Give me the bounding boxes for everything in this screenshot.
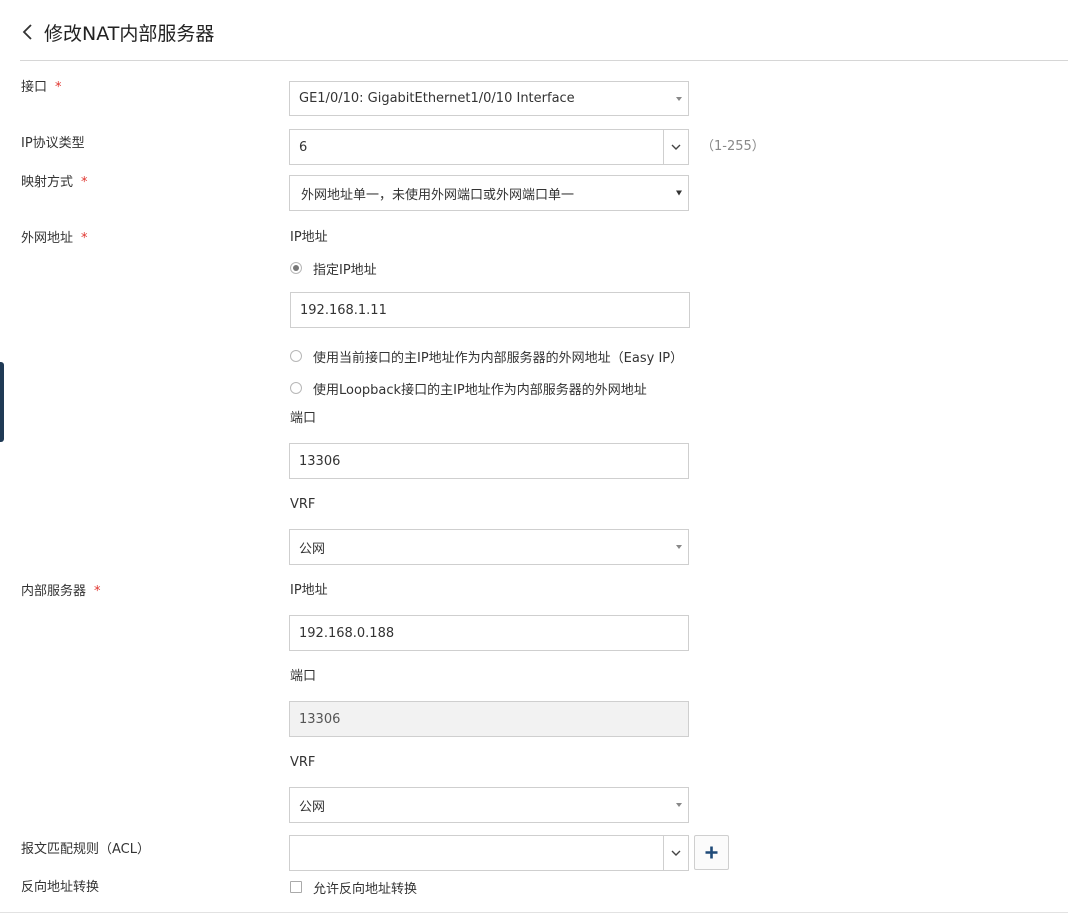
internal-vrf-label: VRF xyxy=(290,755,316,770)
internal-port-label: 端口 xyxy=(290,669,317,684)
footer-divider xyxy=(0,912,1068,913)
ip-protocol-label: IP协议类型 xyxy=(21,136,85,151)
mapping-mode-label: 映射方式 * xyxy=(21,175,88,190)
radio-selected-icon[interactable] xyxy=(290,262,302,274)
sidebar-collapse-tab[interactable] xyxy=(0,362,4,442)
chevron-down-icon[interactable] xyxy=(663,130,688,164)
external-port-input[interactable]: 13306 xyxy=(289,443,689,479)
header-divider xyxy=(20,60,1068,61)
radio-unselected-icon[interactable] xyxy=(290,350,302,362)
required-mark: * xyxy=(81,231,88,246)
page-header: 修改NAT内部服务器 xyxy=(22,18,214,46)
ip-protocol-combobox[interactable]: 6 xyxy=(289,129,689,165)
required-mark: * xyxy=(55,80,62,95)
reverse-translation-label: 反向地址转换 xyxy=(21,880,100,895)
add-acl-button[interactable] xyxy=(694,835,729,870)
caret-down-icon xyxy=(676,803,682,807)
acl-label: 报文匹配规则（ACL） xyxy=(21,842,150,857)
internal-ip-label: IP地址 xyxy=(290,583,328,598)
acl-combobox[interactable] xyxy=(289,835,689,871)
internal-ip-input[interactable]: 192.168.0.188 xyxy=(289,615,689,651)
interface-label: 接口 * xyxy=(21,80,62,95)
ip-protocol-range-hint: （1-255） xyxy=(701,139,765,154)
mapping-mode-select[interactable]: 外网地址单一，未使用外网端口或外网端口单一 xyxy=(289,175,689,211)
radio-easy-ip[interactable]: 使用当前接口的主IP地址作为内部服务器的外网地址（Easy IP） xyxy=(290,347,683,366)
internal-vrf-select[interactable]: 公网 xyxy=(289,787,689,823)
plus-icon xyxy=(705,846,718,859)
external-vrf-select[interactable]: 公网 xyxy=(289,529,689,565)
internal-port-input: 13306 xyxy=(289,701,689,737)
interface-select[interactable]: GE1/0/10: GigabitEthernet1/0/10 Interfac… xyxy=(289,81,689,116)
radio-unselected-icon[interactable] xyxy=(290,382,302,394)
radio-specify-ip[interactable]: 指定IP地址 xyxy=(290,259,377,278)
internal-server-label: 内部服务器 * xyxy=(21,584,101,599)
chevron-left-icon[interactable] xyxy=(22,20,42,44)
chevron-down-icon[interactable] xyxy=(663,836,688,870)
checkbox-unchecked-icon[interactable] xyxy=(290,881,302,893)
external-ip-input[interactable]: 192.168.1.11 xyxy=(290,292,690,328)
external-vrf-label: VRF xyxy=(290,497,316,512)
required-mark: * xyxy=(81,175,88,190)
external-ip-label: IP地址 xyxy=(290,230,328,245)
required-mark: * xyxy=(94,584,101,599)
reverse-translation-checkbox[interactable]: 允许反向地址转换 xyxy=(290,878,417,897)
radio-loopback-ip[interactable]: 使用Loopback接口的主IP地址作为内部服务器的外网地址 xyxy=(290,379,647,398)
caret-down-icon xyxy=(676,190,682,196)
external-address-label: 外网地址 * xyxy=(21,231,88,246)
external-port-label: 端口 xyxy=(290,411,317,426)
caret-down-icon xyxy=(676,96,682,101)
caret-down-icon xyxy=(676,545,682,549)
page-title: 修改NAT内部服务器 xyxy=(44,22,215,45)
